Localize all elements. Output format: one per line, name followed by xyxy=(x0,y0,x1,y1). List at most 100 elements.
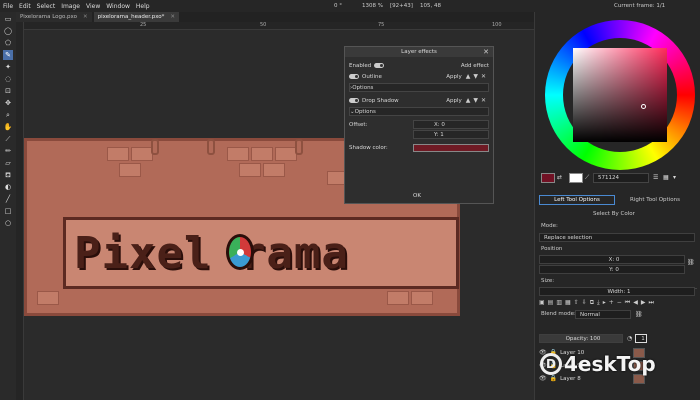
offset-y-input[interactable]: Y: 1 xyxy=(413,130,489,139)
move-down-icon[interactable]: ▼ xyxy=(473,97,478,104)
tab-logo[interactable]: Pixelorama Logo.pxo ✕ xyxy=(16,12,92,22)
next-frame-icon[interactable]: ▶ xyxy=(641,299,646,307)
play-icon[interactable]: ▸ xyxy=(603,299,606,307)
apply-button[interactable]: Apply xyxy=(446,98,462,104)
color-picker-icon[interactable]: ⟋ xyxy=(3,134,13,144)
options-expanded[interactable]: ⌄ Options xyxy=(349,107,489,116)
more-icon[interactable]: ▾ xyxy=(673,174,676,181)
options-collapsed[interactable]: › Options xyxy=(349,83,489,92)
primary-color-swatch[interactable] xyxy=(541,173,555,183)
outline-toggle[interactable] xyxy=(349,74,359,79)
cursor-readout: 105, 48 xyxy=(420,3,441,9)
canvas[interactable]: Pixel rama Layer effects ✕ Enabled Add e… xyxy=(24,30,534,400)
enabled-toggle[interactable] xyxy=(374,63,385,68)
duplicate-icon[interactable]: ⧉ xyxy=(590,299,594,307)
rect-select-icon[interactable]: ▭ xyxy=(3,14,13,24)
grid-icon[interactable]: ▦ xyxy=(663,174,669,181)
crop-icon[interactable]: ⊡ xyxy=(3,86,13,96)
tab-left-tool-options[interactable]: Left Tool Options xyxy=(539,195,615,205)
link-icon[interactable]: ⛓ xyxy=(687,259,695,266)
magic-wand-icon[interactable]: ✦ xyxy=(3,62,13,72)
line-icon[interactable]: ╱ xyxy=(3,194,13,204)
menu-image[interactable]: Image xyxy=(58,3,83,10)
mode-select[interactable]: Replace selection xyxy=(539,233,695,242)
onion-skin-icon[interactable]: ◔ xyxy=(627,335,632,342)
menu-icon[interactable]: ☰ xyxy=(653,174,658,181)
tab-right-tool-options[interactable]: Right Tool Options xyxy=(617,195,693,205)
add-group-icon[interactable]: ▤ xyxy=(548,299,554,307)
move-up-icon[interactable]: ⇧ xyxy=(574,299,579,307)
blend-mode-select[interactable]: Normal xyxy=(575,310,631,319)
menu-file[interactable]: File xyxy=(0,3,16,10)
eraser-icon[interactable]: ▱ xyxy=(3,158,13,168)
add-layer-icon[interactable]: ▣ xyxy=(539,299,545,307)
layer-toolbar: ▣ ▤ ▥ ▦ ⇧ ⇩ ⧉ ⤓ ▸ + − ⏮ ◀ ▶ ⏭ xyxy=(539,299,657,307)
menu-help[interactable]: Help xyxy=(133,3,153,10)
position-y-input[interactable]: Y: 0 xyxy=(539,265,685,274)
lock-icon[interactable]: 🔒 xyxy=(550,375,557,382)
current-frame-label: Current frame: 1/1 xyxy=(614,3,666,9)
dialog-title: Layer effects xyxy=(401,49,437,55)
first-frame-icon[interactable]: ⏮ xyxy=(625,299,630,307)
add-frame-icon[interactable]: + xyxy=(609,299,614,307)
close-icon[interactable]: ✕ xyxy=(83,14,88,20)
ellipse-icon[interactable]: ○ xyxy=(3,218,13,228)
pan-icon[interactable]: ✋ xyxy=(3,122,13,132)
prev-frame-icon[interactable]: ◀ xyxy=(633,299,638,307)
menu-edit[interactable]: Edit xyxy=(16,3,34,10)
layer-effects-dialog: Layer effects ✕ Enabled Add effect Outli… xyxy=(344,46,494,204)
move-up-icon[interactable]: ▲ xyxy=(466,97,471,104)
move-icon[interactable]: ✥ xyxy=(3,98,13,108)
add-effect-button[interactable]: Add effect xyxy=(461,63,489,69)
ok-button[interactable]: OK xyxy=(413,193,421,199)
rectangle-icon[interactable]: □ xyxy=(3,206,13,216)
merge-icon[interactable]: ⤓ xyxy=(597,299,600,307)
bucket-icon[interactable]: ⛾ xyxy=(3,170,13,180)
ellipse-select-icon[interactable]: ◯ xyxy=(3,26,13,36)
delete-icon[interactable]: ✕ xyxy=(481,73,486,80)
move-down-icon[interactable]: ▼ xyxy=(473,73,478,80)
polygon-select-icon[interactable]: ⬠ xyxy=(3,38,13,48)
shading-icon[interactable]: ◐ xyxy=(3,182,13,192)
shadow-color-picker[interactable] xyxy=(413,143,489,152)
lasso-icon[interactable]: ◌ xyxy=(3,74,13,84)
link-icon[interactable]: ⛓ xyxy=(635,311,643,318)
delete-icon[interactable]: ✕ xyxy=(481,97,486,104)
menu-select[interactable]: Select xyxy=(34,3,59,10)
menu-window[interactable]: Window xyxy=(103,3,133,10)
opacity-slider[interactable]: Opacity: 100 xyxy=(539,334,623,343)
move-up-icon[interactable]: ▲ xyxy=(466,73,471,80)
secondary-color-swatch[interactable] xyxy=(569,173,583,183)
shadow-color-row: Shadow color: xyxy=(349,143,489,152)
color-cursor[interactable] xyxy=(641,104,646,109)
delete-layer-icon[interactable]: ▦ xyxy=(565,299,571,307)
hex-input[interactable]: 571124 xyxy=(593,173,649,183)
drop-shadow-toggle[interactable] xyxy=(349,98,359,103)
apply-button[interactable]: Apply xyxy=(446,74,462,80)
eye-visibility-icon[interactable]: 👁 xyxy=(539,375,547,382)
move-down-icon[interactable]: ⇩ xyxy=(582,299,587,307)
pencil-icon[interactable]: ✏ xyxy=(3,146,13,156)
remove-frame-icon[interactable]: − xyxy=(617,299,622,307)
logo-text: Pixel rama xyxy=(74,228,349,279)
width-input[interactable]: Width: 1 xyxy=(539,287,695,296)
frame-number[interactable]: 1 xyxy=(635,334,647,343)
eyedropper-icon[interactable]: ⟋ xyxy=(585,174,589,182)
offset-row: Offset: X: 0 xyxy=(349,120,489,129)
zoom-readout: 1308 % xyxy=(362,3,383,9)
offset-x-input[interactable]: X: 0 xyxy=(413,120,489,129)
swap-icon[interactable]: ⇄ xyxy=(557,174,562,181)
tab-header[interactable]: pixelorama_header.pxo* ✕ xyxy=(93,12,180,22)
select-by-color-icon[interactable]: ✎ xyxy=(3,50,13,60)
enabled-label: Enabled xyxy=(349,62,372,69)
eye-icon xyxy=(226,234,254,270)
zoom-icon[interactable]: ⌕ xyxy=(3,110,13,120)
add-3d-icon[interactable]: ▥ xyxy=(556,299,562,307)
close-icon[interactable]: ✕ xyxy=(483,48,489,56)
dialog-title-bar: Layer effects ✕ xyxy=(345,47,493,57)
last-frame-icon[interactable]: ⏭ xyxy=(648,299,653,307)
menu-view[interactable]: View xyxy=(83,3,103,10)
position-x-input[interactable]: X: 0 xyxy=(539,255,685,264)
saturation-value-square[interactable] xyxy=(573,48,667,142)
close-icon[interactable]: ✕ xyxy=(170,14,175,20)
